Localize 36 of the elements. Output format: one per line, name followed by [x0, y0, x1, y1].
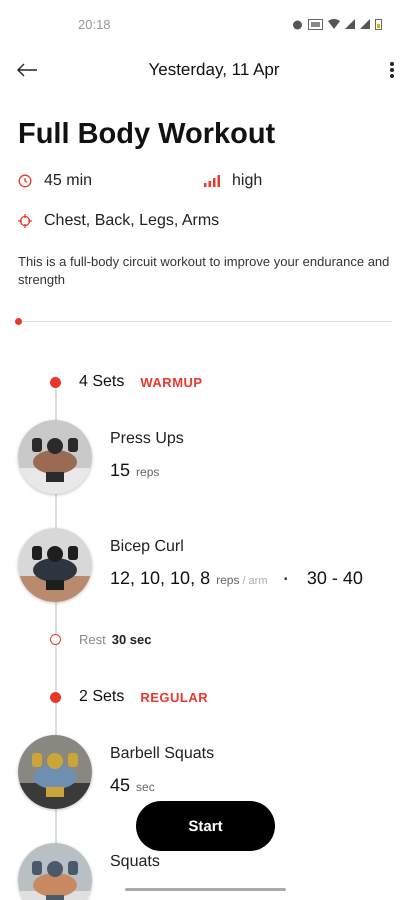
separator-dot: ·	[284, 571, 289, 589]
exercise-name: Bicep Curl	[110, 538, 185, 556]
exercise-amount: 12, 10, 10, 8	[110, 568, 210, 589]
duration-text: 45 min	[44, 172, 92, 190]
muscles-text: Chest, Back, Legs, Arms	[44, 212, 220, 230]
rest-label: Rest	[79, 632, 106, 647]
workout-title: Full Body Workout	[18, 118, 276, 151]
rest-duration: 30 sec	[112, 632, 152, 647]
timeline-dot	[50, 376, 61, 388]
unit-suffix: / arm	[242, 575, 268, 587]
workout-description: This is a full-body circuit workout to improve your endurance and strength	[18, 253, 390, 289]
amount-unit: sec	[136, 780, 155, 794]
weight-range: 30 - 40	[306, 568, 363, 589]
set-type-tag: WARMUP	[140, 374, 203, 390]
exercise-name: Press Ups	[110, 430, 184, 448]
exercise-amount: 15	[110, 460, 130, 481]
set-type-tag: REGULAR	[140, 690, 208, 704]
status-time: 20:18	[78, 16, 111, 32]
rest-dot	[50, 634, 61, 645]
more-button[interactable]	[388, 60, 396, 80]
exercise-amount: 45	[110, 775, 130, 796]
exercise-name: Barbell Squats	[110, 745, 214, 763]
target-icon	[18, 214, 32, 228]
amount-unit: reps	[136, 465, 160, 479]
timer-icon	[18, 174, 32, 188]
battery-icon	[375, 18, 382, 30]
start-button[interactable]: Start	[136, 801, 275, 851]
intensity-text: high	[232, 172, 262, 190]
amount-unit: reps	[216, 573, 240, 587]
sets-count: 4 Sets	[79, 373, 124, 391]
header-title: Yesterday, 11 Apr	[148, 60, 280, 80]
wifi-icon	[328, 19, 340, 29]
exercise-name: Squats	[110, 853, 160, 871]
timeline-dot	[50, 692, 61, 702]
sets-count: 2 Sets	[79, 688, 124, 706]
intensity-bars-icon	[204, 175, 220, 187]
